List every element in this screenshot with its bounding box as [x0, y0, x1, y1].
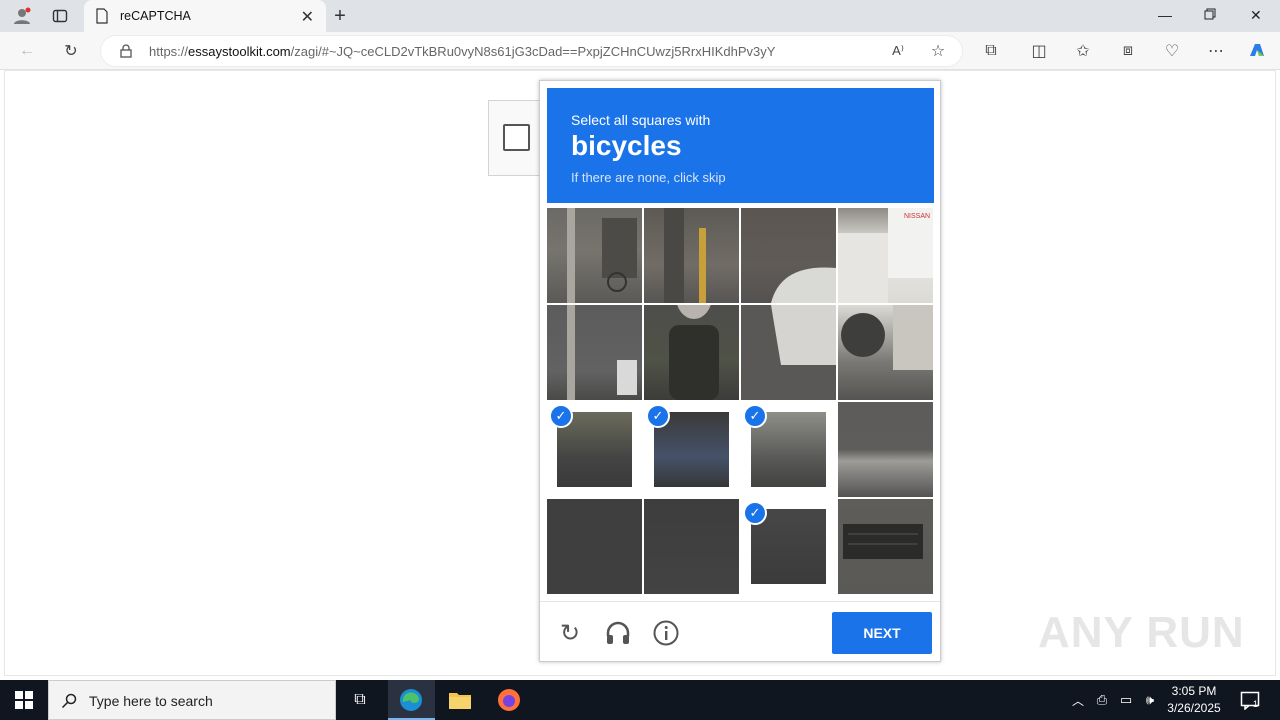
notification-count: 1: [1253, 699, 1259, 709]
audio-challenge-icon[interactable]: [604, 619, 632, 647]
grid-tile-selected[interactable]: ✓: [741, 499, 836, 594]
check-icon: ✓: [743, 501, 767, 525]
browser-titlebar: reCAPTCHA ✕ + — ✕: [0, 0, 1280, 32]
grid-tile-selected[interactable]: ✓: [547, 402, 642, 497]
tray-device-icon[interactable]: ⎙: [1090, 688, 1114, 712]
windows-start-icon[interactable]: [12, 688, 36, 712]
challenge-header: Select all squares with bicycles If ther…: [547, 88, 934, 203]
firefox-icon[interactable]: [497, 688, 521, 712]
watermark-logo: ANY RUN: [1038, 608, 1245, 657]
search-icon: [57, 689, 81, 713]
grid-tile[interactable]: [547, 499, 642, 594]
network-icon[interactable]: ▭: [1114, 688, 1138, 712]
collections-icon[interactable]: ⧈: [1117, 40, 1139, 62]
browser-essentials-icon[interactable]: ♡: [1161, 40, 1183, 62]
more-menu-icon[interactable]: ⋯: [1205, 40, 1227, 62]
instruction-text: Select all squares with: [571, 112, 711, 128]
split-screen-icon[interactable]: ◫: [1028, 40, 1050, 62]
favorites-icon[interactable]: ✩: [1072, 40, 1094, 62]
grid-tile[interactable]: [547, 208, 642, 303]
grid-tile[interactable]: [741, 208, 836, 303]
url-text: https://essaystoolkit.com/zagi/#~JQ~ceCL…: [149, 44, 776, 59]
grid-tile[interactable]: [644, 305, 739, 400]
challenge-footer: ↻ NEXT: [540, 601, 940, 661]
close-tab-icon[interactable]: ✕: [301, 7, 314, 27]
restore-icon[interactable]: [1204, 7, 1216, 23]
skip-hint: If there are none, click skip: [571, 170, 726, 185]
grid-tile-selected[interactable]: ✓: [741, 402, 836, 497]
tab-recaptcha[interactable]: reCAPTCHA ✕: [84, 0, 326, 32]
show-hidden-icons[interactable]: ︿: [1066, 688, 1090, 712]
grid-tile[interactable]: [838, 305, 933, 400]
task-view-icon[interactable]: ⧉: [348, 688, 372, 712]
profile-icon[interactable]: [12, 6, 32, 26]
info-icon[interactable]: [652, 619, 680, 647]
grid-tile-selected[interactable]: ✓: [644, 402, 739, 497]
check-icon: ✓: [646, 404, 670, 428]
close-window-icon[interactable]: ✕: [1250, 7, 1262, 24]
back-icon[interactable]: ←: [16, 40, 38, 62]
read-aloud-icon[interactable]: A⁾: [887, 40, 909, 62]
page-icon: [92, 6, 112, 26]
edge-taskbar-app[interactable]: [388, 680, 435, 720]
clock-date: 3/26/2025: [1167, 701, 1221, 715]
extensions-icon[interactable]: ⧉: [980, 40, 1002, 62]
file-explorer-icon[interactable]: [448, 688, 472, 712]
system-clock[interactable]: 3:05 PM 3/26/2025: [1162, 683, 1226, 717]
new-tab-icon[interactable]: +: [330, 5, 350, 27]
image-grid: NISSAN ✓ ✓ ✓ ✓: [547, 208, 934, 595]
grid-tile[interactable]: [838, 402, 933, 497]
taskbar-search[interactable]: Type here to search: [48, 680, 336, 720]
refresh-icon[interactable]: ↻: [60, 40, 82, 62]
notification-icon[interactable]: 1: [1238, 688, 1262, 712]
edge-icon: [399, 688, 423, 712]
check-icon: ✓: [549, 404, 573, 428]
copilot-icon[interactable]: [1246, 40, 1268, 62]
volume-icon[interactable]: 🕪: [1138, 688, 1162, 712]
grid-tile[interactable]: NISSAN: [838, 208, 933, 303]
minimize-icon[interactable]: —: [1158, 7, 1172, 23]
clock-time: 3:05 PM: [1171, 684, 1217, 698]
next-button[interactable]: NEXT: [832, 612, 932, 654]
search-placeholder: Type here to search: [89, 693, 213, 709]
grid-tile[interactable]: [644, 499, 739, 594]
reload-icon[interactable]: ↻: [556, 619, 584, 647]
taskbar: Type here to search ⧉ ︿ ⎙ ▭ 🕪 3:05 PM 3/…: [0, 680, 1280, 720]
grid-tile[interactable]: [644, 208, 739, 303]
svg-text:NISSAN: NISSAN: [904, 213, 930, 220]
recaptcha-checkbox[interactable]: [503, 124, 530, 151]
grid-tile[interactable]: [741, 305, 836, 400]
check-icon: ✓: [743, 404, 767, 428]
lock-icon[interactable]: [115, 40, 137, 62]
captcha-challenge: Select all squares with bicycles If ther…: [539, 80, 941, 662]
tab-title: reCAPTCHA: [120, 9, 191, 23]
address-toolbar: ← ↻ https://essaystoolkit.com/zagi/#~JQ~…: [0, 32, 1280, 70]
grid-tile[interactable]: [547, 305, 642, 400]
grid-tile[interactable]: [838, 499, 933, 594]
favorite-star-icon[interactable]: ☆: [927, 40, 949, 62]
url-bar[interactable]: https://essaystoolkit.com/zagi/#~JQ~ceCL…: [100, 35, 963, 67]
tab-actions-icon[interactable]: [50, 6, 70, 26]
target-object: bicycles: [571, 130, 682, 161]
